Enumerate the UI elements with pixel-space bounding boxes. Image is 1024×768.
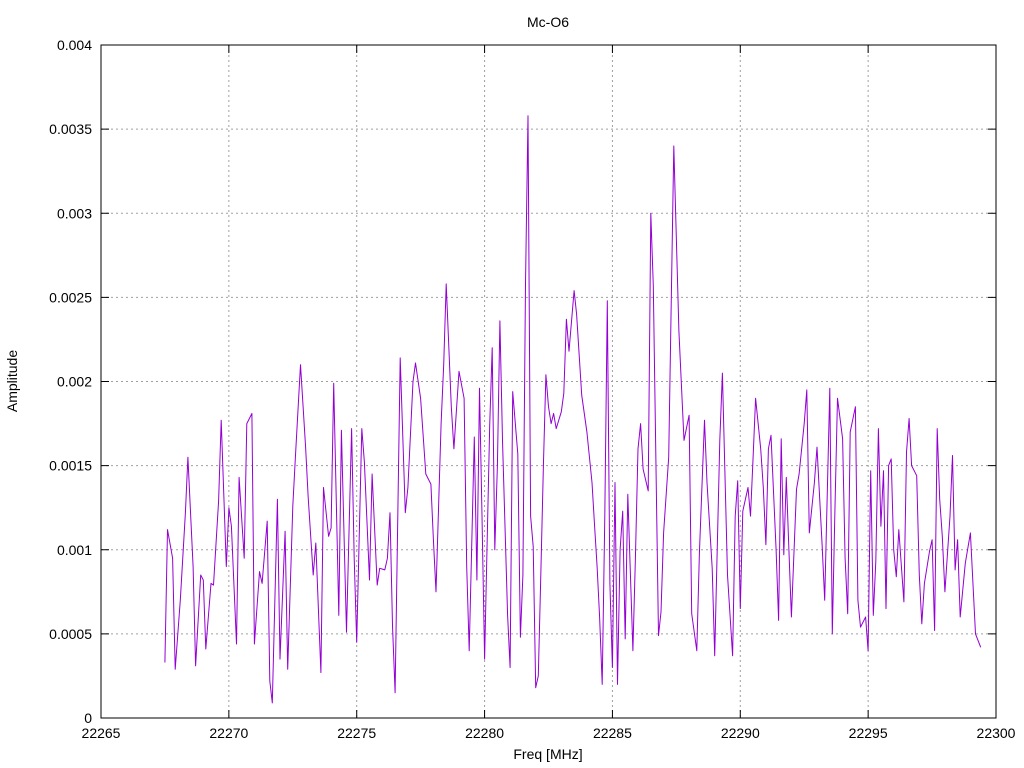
y-tick-label: 0.003 (57, 205, 92, 221)
x-tick-label: 22290 (721, 725, 760, 741)
x-tick-label: 22285 (593, 725, 632, 741)
x-tick-label: 22270 (209, 725, 248, 741)
x-tick-label: 22295 (849, 725, 888, 741)
x-axis-label: Freq [MHz] (513, 746, 582, 762)
y-tick-label: 0 (84, 710, 92, 726)
y-tick-label: 0.004 (57, 37, 92, 53)
x-tick-label: 22275 (337, 725, 376, 741)
y-tick-label: 0.0005 (49, 626, 92, 642)
y-tick-label: 0.0025 (49, 289, 92, 305)
x-tick-label: 22280 (465, 725, 504, 741)
y-tick-label: 0.002 (57, 374, 92, 390)
chart: 22265 22270 22275 22280 22285 22290 22295 22300… (0, 0, 1024, 768)
chart-background (0, 0, 1024, 768)
x-tick-label: 22265 (82, 725, 121, 741)
y-tick-label: 0.001 (57, 542, 92, 558)
y-tick-label: 0.0035 (49, 121, 92, 137)
y-axis-label: Amplitude (4, 350, 20, 412)
x-tick-label: 22300 (977, 725, 1016, 741)
chart-title: Mc-O6 (527, 14, 569, 30)
y-tick-label: 0.0015 (49, 458, 92, 474)
